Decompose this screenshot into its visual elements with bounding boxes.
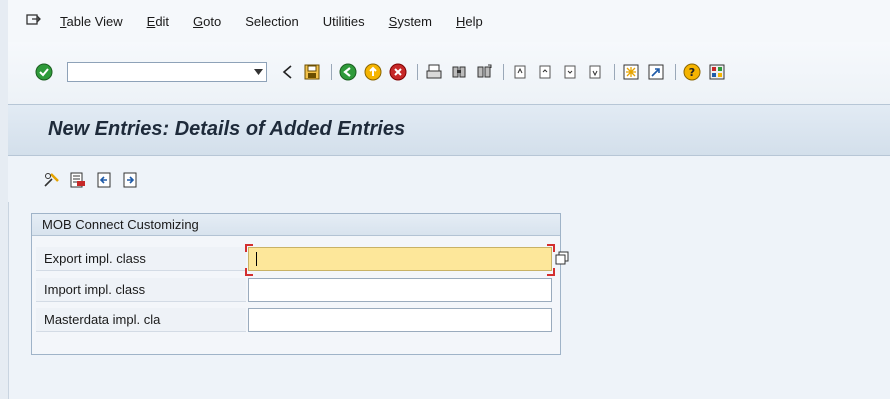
help-icon[interactable]: ?	[682, 62, 702, 82]
delete-entry-icon[interactable]	[68, 170, 88, 190]
menu-utilities[interactable]: Utilities	[323, 14, 365, 29]
cancel-icon[interactable]	[388, 62, 408, 82]
enter-check-icon[interactable]	[34, 62, 54, 82]
system-menu-icon[interactable]	[26, 14, 42, 28]
mob-connect-group-box: MOB Connect Customizing Export impl. cla…	[31, 213, 569, 355]
menu-edit[interactable]: Edit	[147, 14, 169, 29]
toolbar-separator	[503, 64, 504, 80]
group-box-title: MOB Connect Customizing	[32, 214, 560, 236]
menu-bar: Table View Edit Goto Selection Utilities…	[8, 0, 890, 42]
layout-settings-icon[interactable]	[707, 62, 727, 82]
focus-corner-marker	[245, 244, 253, 252]
menu-selection[interactable]: Selection	[245, 14, 298, 29]
focus-corner-marker	[245, 268, 253, 276]
next-page-icon[interactable]	[560, 62, 580, 82]
back-arrow-icon[interactable]	[277, 62, 297, 82]
standard-toolbar: ?	[8, 42, 890, 105]
find-icon[interactable]	[449, 62, 469, 82]
next-entry-icon[interactable]	[120, 170, 140, 190]
toolbar-separator	[614, 64, 615, 80]
menu-goto[interactable]: Goto	[193, 14, 221, 29]
value-help-icon[interactable]	[554, 250, 570, 266]
last-page-icon[interactable]	[585, 62, 605, 82]
focus-corner-marker	[547, 268, 555, 276]
form-row-import: Import impl. class	[32, 278, 562, 302]
import-impl-class-input[interactable]	[248, 278, 552, 302]
toolbar-separator	[417, 64, 418, 80]
text-cursor	[256, 252, 257, 266]
previous-page-icon[interactable]	[535, 62, 555, 82]
command-input[interactable]	[70, 64, 254, 82]
first-page-icon[interactable]	[510, 62, 530, 82]
masterdata-impl-class-label: Masterdata impl. cla	[36, 308, 246, 332]
new-session-icon[interactable]	[621, 62, 641, 82]
import-impl-class-label: Import impl. class	[36, 278, 246, 302]
application-toolbar	[8, 156, 890, 202]
toolbar-separator	[331, 64, 332, 80]
menu-table-view[interactable]: Table View	[60, 14, 123, 29]
export-impl-class-input[interactable]	[248, 247, 552, 271]
export-impl-class-label: Export impl. class	[36, 247, 246, 271]
title-bar: New Entries: Details of Added Entries	[8, 104, 890, 156]
toolbar-separator	[675, 64, 676, 80]
menu-help[interactable]: Help	[456, 14, 483, 29]
masterdata-impl-class-input[interactable]	[248, 308, 552, 332]
back-green-icon[interactable]	[338, 62, 358, 82]
page-title: New Entries: Details of Added Entries	[48, 118, 406, 140]
save-icon[interactable]	[302, 62, 322, 82]
exit-icon[interactable]	[363, 62, 383, 82]
print-icon[interactable]	[424, 62, 444, 82]
form-row-masterdata: Masterdata impl. cla	[32, 308, 562, 332]
shortcut-icon[interactable]	[646, 62, 666, 82]
command-field[interactable]	[67, 62, 267, 82]
form-row-export: Export impl. class	[32, 244, 569, 276]
menu-system[interactable]: System	[389, 14, 432, 29]
find-next-icon[interactable]	[474, 62, 494, 82]
svg-text:?: ?	[689, 66, 695, 79]
previous-entry-icon[interactable]	[94, 170, 114, 190]
display-change-icon[interactable]	[42, 170, 62, 190]
